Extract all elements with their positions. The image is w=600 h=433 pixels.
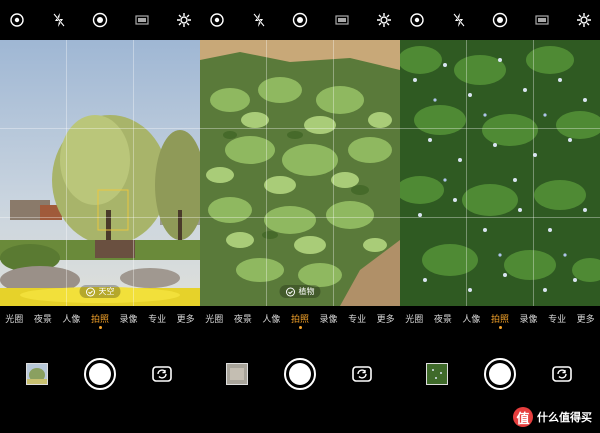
settings-gear-icon[interactable] bbox=[576, 12, 592, 28]
mode-more[interactable]: 更多 bbox=[577, 312, 595, 325]
camera-screen-2: 植物 光圈 夜景 人像 拍照 录像 专业 更多 bbox=[200, 0, 400, 433]
aspect-ratio-icon[interactable] bbox=[534, 12, 550, 28]
mode-more[interactable]: 更多 bbox=[177, 312, 195, 325]
mode-portrait[interactable]: 人像 bbox=[62, 312, 80, 325]
flash-off-icon[interactable] bbox=[451, 12, 467, 28]
ai-scene-icon[interactable] bbox=[492, 12, 508, 28]
mode-video[interactable]: 录像 bbox=[520, 312, 538, 325]
viewfinder[interactable]: 植物 bbox=[200, 40, 400, 306]
gallery-thumbnail[interactable] bbox=[226, 363, 248, 385]
mode-night[interactable]: 夜景 bbox=[34, 312, 52, 325]
watermark-text: 什么值得买 bbox=[537, 411, 592, 424]
ai-scene-badge: 植物 bbox=[279, 285, 321, 298]
aspect-ratio-icon[interactable] bbox=[334, 12, 350, 28]
camera-screen-3: 光圈 夜景 人像 拍照 录像 专业 更多 值 什么值得买 bbox=[400, 0, 600, 433]
site-watermark: 值 什么值得买 bbox=[513, 407, 592, 427]
mode-photo[interactable]: 拍照 bbox=[291, 312, 309, 325]
mode-pro[interactable]: 专业 bbox=[348, 312, 366, 325]
camera-top-toolbar bbox=[200, 0, 400, 40]
viewfinder-preview-image bbox=[400, 40, 600, 306]
active-mode-indicator bbox=[99, 326, 102, 329]
active-mode-indicator bbox=[299, 326, 302, 329]
ai-badge-icon bbox=[86, 287, 95, 296]
watermark-logo: 值 bbox=[513, 407, 533, 427]
switch-camera-icon[interactable] bbox=[552, 365, 572, 383]
active-mode-indicator bbox=[499, 326, 502, 329]
ai-scene-icon[interactable] bbox=[92, 12, 108, 28]
hdr-icon[interactable] bbox=[209, 12, 225, 28]
camera-bottom-controls bbox=[0, 344, 200, 404]
gallery-thumbnail[interactable] bbox=[426, 363, 448, 385]
camera-bottom-controls bbox=[400, 344, 600, 404]
camera-top-toolbar bbox=[0, 0, 200, 40]
ai-scene-badge: 天空 bbox=[79, 285, 121, 298]
switch-camera-icon[interactable] bbox=[352, 365, 372, 383]
mode-aperture[interactable]: 光圈 bbox=[405, 312, 423, 325]
mode-video[interactable]: 录像 bbox=[320, 312, 338, 325]
mode-photo[interactable]: 拍照 bbox=[491, 312, 509, 325]
mode-aperture[interactable]: 光圈 bbox=[5, 312, 23, 325]
aspect-ratio-icon[interactable] bbox=[134, 12, 150, 28]
settings-gear-icon[interactable] bbox=[176, 12, 192, 28]
ai-badge-label: 天空 bbox=[98, 287, 115, 296]
camera-top-toolbar bbox=[400, 0, 600, 40]
camera-screen-1: 天空 光圈 夜景 人像 拍照 录像 专业 更多 bbox=[0, 0, 200, 433]
ai-scene-icon[interactable] bbox=[292, 12, 308, 28]
ai-badge-icon bbox=[286, 287, 295, 296]
gallery-thumbnail[interactable] bbox=[26, 363, 48, 385]
settings-gear-icon[interactable] bbox=[376, 12, 392, 28]
mode-video[interactable]: 录像 bbox=[120, 312, 138, 325]
mode-night[interactable]: 夜景 bbox=[234, 312, 252, 325]
viewfinder[interactable] bbox=[400, 40, 600, 306]
shutter-button[interactable] bbox=[84, 358, 116, 390]
ai-badge-label: 植物 bbox=[298, 287, 315, 296]
flash-off-icon[interactable] bbox=[51, 12, 67, 28]
mode-aperture[interactable]: 光圈 bbox=[205, 312, 223, 325]
camera-bottom-controls bbox=[200, 344, 400, 404]
viewfinder-preview-image bbox=[200, 40, 400, 306]
shutter-button[interactable] bbox=[484, 358, 516, 390]
mode-night[interactable]: 夜景 bbox=[434, 312, 452, 325]
viewfinder-preview-image bbox=[0, 40, 200, 306]
flash-off-icon[interactable] bbox=[251, 12, 267, 28]
viewfinder[interactable]: 天空 bbox=[0, 40, 200, 306]
switch-camera-icon[interactable] bbox=[152, 365, 172, 383]
mode-pro[interactable]: 专业 bbox=[548, 312, 566, 325]
hdr-icon[interactable] bbox=[9, 12, 25, 28]
shutter-button[interactable] bbox=[284, 358, 316, 390]
mode-photo[interactable]: 拍照 bbox=[91, 312, 109, 325]
hdr-icon[interactable] bbox=[409, 12, 425, 28]
mode-pro[interactable]: 专业 bbox=[148, 312, 166, 325]
mode-portrait[interactable]: 人像 bbox=[262, 312, 280, 325]
mode-more[interactable]: 更多 bbox=[377, 312, 395, 325]
mode-portrait[interactable]: 人像 bbox=[462, 312, 480, 325]
